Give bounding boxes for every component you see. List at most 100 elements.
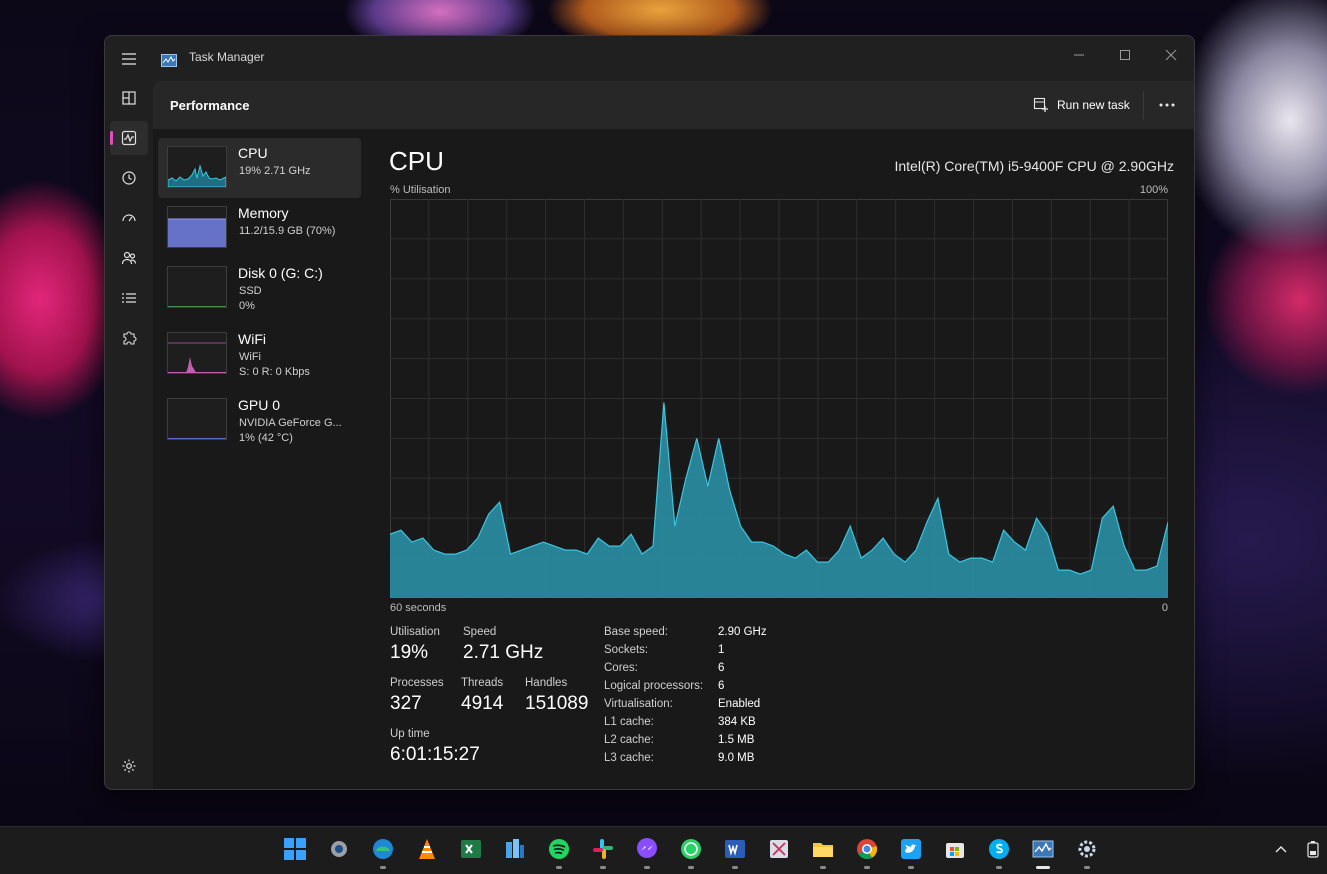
nav-details[interactable] bbox=[110, 281, 148, 315]
settings-gear-icon bbox=[331, 841, 347, 857]
history-icon bbox=[122, 171, 136, 185]
nav-performance[interactable] bbox=[110, 121, 148, 155]
taskbar-excel[interactable] bbox=[457, 835, 485, 863]
disk-thumbnail-graph bbox=[167, 266, 227, 308]
taskbar-settings-cog[interactable] bbox=[1073, 835, 1101, 869]
taskbar-microsoft-store[interactable] bbox=[941, 835, 969, 863]
processes-label: Processes bbox=[390, 677, 444, 689]
speed-value: 2.71 GHz bbox=[463, 642, 544, 663]
uptime-label: Up time bbox=[390, 728, 430, 740]
device-list: CPU 19% 2.71 GHz Memory 11.2/15.9 GB (70… bbox=[153, 129, 363, 789]
handles-value: 151089 bbox=[525, 693, 589, 714]
settings-cog-icon bbox=[1078, 840, 1096, 858]
graph-x-left-label: 60 seconds bbox=[390, 602, 447, 614]
running-indicator bbox=[996, 866, 1002, 869]
taskbar-task-manager[interactable] bbox=[1029, 835, 1057, 869]
device-detail: 11.2/15.9 GB (70%) bbox=[239, 225, 336, 237]
nav-services[interactable] bbox=[110, 321, 148, 355]
taskbar-slack[interactable] bbox=[589, 835, 617, 869]
gpu-thumbnail-graph bbox=[167, 398, 227, 440]
running-indicator bbox=[1084, 866, 1090, 869]
device-name: Disk 0 (G: C:) bbox=[238, 265, 323, 281]
device-detail: SSD bbox=[239, 285, 262, 297]
taskbar-settings[interactable] bbox=[325, 835, 353, 863]
device-item-wifi[interactable]: WiFi WiFi S: 0 R: 0 Kbps bbox=[158, 324, 361, 384]
taskbar-skype[interactable] bbox=[985, 835, 1013, 869]
windows-start-icon bbox=[284, 838, 306, 860]
virtualisation-value: Enabled bbox=[718, 698, 761, 710]
speed-label: Speed bbox=[463, 626, 497, 638]
close-button[interactable] bbox=[1148, 42, 1194, 68]
command-bar: Performance Run new task bbox=[153, 81, 1194, 129]
utilisation-label: Utilisation bbox=[390, 626, 440, 638]
window-title: Task Manager bbox=[189, 50, 265, 64]
startup-gauge-icon bbox=[122, 214, 136, 222]
device-item-memory[interactable]: Memory 11.2/15.9 GB (70%) bbox=[158, 198, 361, 258]
running-indicator bbox=[556, 866, 562, 869]
device-item-disk[interactable]: Disk 0 (G: C:) SSD 0% bbox=[158, 258, 361, 318]
memory-thumbnail-graph bbox=[167, 206, 227, 248]
running-indicator bbox=[864, 866, 870, 869]
taskbar-word[interactable] bbox=[721, 835, 749, 869]
page-title: Performance bbox=[170, 98, 250, 113]
hamburger-icon bbox=[122, 53, 136, 65]
processes-value: 327 bbox=[390, 693, 422, 714]
microsoft-store-icon bbox=[946, 843, 964, 858]
device-detail: WiFi bbox=[239, 351, 261, 363]
run-new-task-button[interactable]: Run new task bbox=[1031, 89, 1135, 121]
nav-app-history[interactable] bbox=[110, 161, 148, 195]
show-hidden-icons-button[interactable] bbox=[1267, 835, 1295, 863]
excel-icon bbox=[461, 840, 481, 858]
l3-cache-value: 9.0 MB bbox=[718, 752, 755, 764]
battery-icon bbox=[1307, 841, 1319, 858]
taskbar-whatsapp[interactable] bbox=[677, 835, 705, 869]
taskbar-twitter[interactable] bbox=[897, 835, 925, 869]
uptime-value: 6:01:15:27 bbox=[390, 744, 480, 765]
taskbar-start-button[interactable] bbox=[281, 835, 309, 863]
device-detail: NVIDIA GeForce G... bbox=[239, 417, 342, 429]
l3-cache-label: L3 cache: bbox=[604, 752, 654, 764]
services-puzzle-icon bbox=[123, 331, 137, 345]
nav-startup-apps[interactable] bbox=[110, 201, 148, 235]
run-new-task-label: Run new task bbox=[1057, 98, 1130, 112]
running-indicator bbox=[908, 866, 914, 869]
device-detail: 0% bbox=[239, 300, 255, 312]
azure-data-studio-icon bbox=[506, 839, 524, 858]
users-icon bbox=[121, 251, 137, 265]
title-bar[interactable]: Task Manager bbox=[105, 36, 1194, 81]
taskbar-snipping-tool[interactable] bbox=[765, 835, 793, 863]
device-item-gpu[interactable]: GPU 0 NVIDIA GeForce G... 1% (42 °C) bbox=[158, 390, 361, 450]
twitter-icon bbox=[901, 839, 921, 859]
graph-y-axis-label: % Utilisation bbox=[390, 184, 451, 196]
battery-status[interactable] bbox=[1299, 835, 1327, 863]
device-item-cpu[interactable]: CPU 19% 2.71 GHz bbox=[158, 138, 361, 198]
threads-label: Threads bbox=[461, 677, 504, 689]
taskbar-spotify[interactable] bbox=[545, 835, 573, 869]
nav-processes[interactable] bbox=[110, 81, 148, 115]
handles-label: Handles bbox=[525, 677, 568, 689]
run-task-icon bbox=[1033, 97, 1048, 112]
taskbar-vlc[interactable] bbox=[413, 835, 441, 863]
running-indicator bbox=[644, 866, 650, 869]
nav-users[interactable] bbox=[110, 241, 148, 275]
running-indicator bbox=[600, 866, 606, 869]
hamburger-menu-button[interactable] bbox=[117, 47, 141, 71]
word-icon bbox=[725, 840, 745, 858]
taskbar-edge[interactable] bbox=[369, 835, 397, 869]
taskbar-azure-data-studio[interactable] bbox=[501, 835, 529, 863]
snipping-tool-icon bbox=[770, 840, 788, 858]
more-options-button[interactable] bbox=[1153, 91, 1181, 119]
taskbar-chrome[interactable] bbox=[853, 835, 881, 869]
taskbar-messenger[interactable] bbox=[633, 835, 661, 869]
taskbar-file-explorer[interactable] bbox=[809, 835, 837, 869]
threads-value: 4914 bbox=[461, 693, 504, 714]
performance-page: Performance Run new task CPU 19% 2.71 GH… bbox=[153, 81, 1194, 789]
maximize-button[interactable] bbox=[1102, 42, 1148, 68]
spotify-icon bbox=[549, 839, 569, 859]
file-explorer-icon bbox=[813, 843, 833, 857]
taskbar bbox=[0, 826, 1327, 874]
cores-label: Cores: bbox=[604, 662, 638, 674]
settings-button[interactable] bbox=[115, 752, 143, 780]
cpu-utilisation-graph bbox=[390, 199, 1168, 598]
minimize-button[interactable] bbox=[1056, 42, 1102, 68]
